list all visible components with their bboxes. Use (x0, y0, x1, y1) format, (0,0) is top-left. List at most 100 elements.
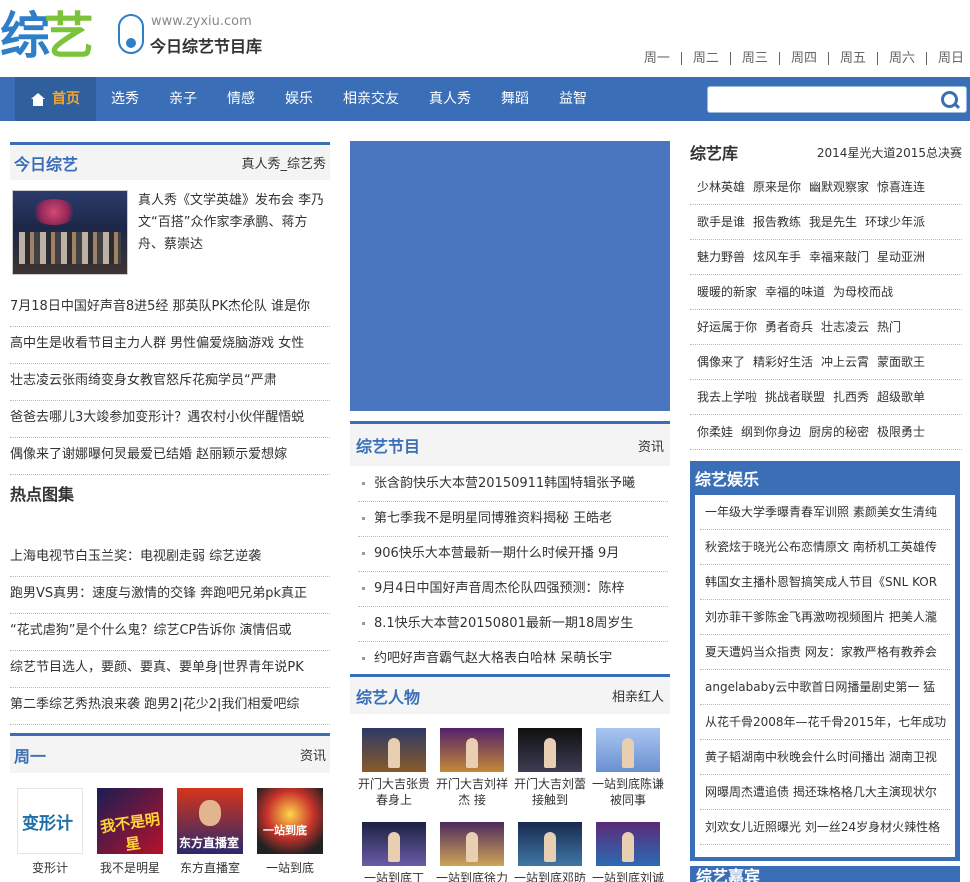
monday-more-link[interactable]: 资讯 (300, 745, 326, 764)
list-item[interactable]: 秋瓷炫于晓光公布恋情原文 南桥机工英雄传 (700, 530, 950, 565)
list-item[interactable]: 夏天遭妈当众指责 网友：家教严格有教养会 (700, 635, 950, 670)
list-item[interactable]: 张含韵快乐大本营20150911韩国特辑张予曦 (358, 467, 668, 502)
library-link[interactable]: 暖暖的新家 (697, 275, 757, 309)
weekday-link-mon[interactable]: 周一 (633, 52, 681, 65)
list-item[interactable]: angelababy云中歌首日网播量剧史第一 猛 (700, 670, 950, 705)
list-item[interactable]: 一年级大学季曝青春军训照 素颜美女生清纯 (700, 495, 950, 530)
library-link[interactable]: 冲上云霄 (821, 345, 869, 379)
list-item[interactable]: 约吧好声音霸气赵大格表白哈林 呆萌长宇 (358, 642, 668, 677)
library-link[interactable]: 纲到你身边 (741, 415, 801, 449)
nav-item-yule[interactable]: 娱乐 (270, 77, 328, 121)
person-card[interactable]: 开门大吉刘祥杰 接 (433, 722, 511, 808)
library-link[interactable]: 魅力野兽 (697, 240, 745, 274)
library-link[interactable]: 报告教练 (753, 205, 801, 239)
list-item[interactable]: 9月4日中国好声音周杰伦队四强预测：陈梓 (358, 572, 668, 607)
search-icon[interactable] (941, 91, 958, 108)
library-link[interactable]: 惊喜连连 (877, 170, 925, 204)
today-more-link[interactable]: 真人秀_综艺秀 (241, 153, 326, 172)
nav-item-home[interactable]: 首页 (15, 77, 96, 121)
library-link[interactable]: 壮志凌云 (821, 310, 869, 344)
weekday-link-thu[interactable]: 周四 (778, 52, 828, 65)
person-card[interactable]: 开门大吉张贵春身上 (355, 722, 433, 808)
show-card[interactable]: 东方直播室 东方直播室 (170, 780, 250, 880)
list-item[interactable]: 第二季综艺秀热浪来袭 跑男2|花少2|我们相爱吧综 (10, 688, 330, 725)
stage-light (31, 199, 77, 225)
library-link[interactable]: 挑战者联盟 (765, 380, 825, 414)
person-card[interactable]: 一站到底邓昉 (511, 816, 589, 882)
banner-slot[interactable] (350, 141, 670, 411)
library-link[interactable]: 你柔娃 (697, 415, 733, 449)
library-link[interactable]: 幽默观察家 (809, 170, 869, 204)
nav-item-xuanxiu[interactable]: 选秀 (96, 77, 154, 121)
person-caption: 一站到底陈谦被同事 (591, 777, 664, 807)
list-item[interactable]: 偶像来了谢娜曝何炅最爱已结婚 赵丽颖示爱想嫁 (10, 438, 330, 475)
weekday-link-sun[interactable]: 周日 (925, 52, 964, 65)
figures-more-link[interactable]: 相亲红人 (612, 686, 664, 705)
person-card[interactable]: 一站到底刘诚 (589, 816, 667, 882)
library-link[interactable]: 我是先生 (809, 205, 857, 239)
show-thumbnail: 我不是明星 (97, 788, 163, 854)
nav-item-xiangqin[interactable]: 相亲交友 (328, 77, 414, 121)
weekday-link-tue[interactable]: 周二 (680, 52, 730, 65)
list-item[interactable]: 刘亦菲干爹陈金飞再激吻视频图片 把美人瀧 (700, 600, 950, 635)
list-item[interactable]: 第七季我不是明星同博雅资料揭秘 王皓老 (358, 502, 668, 537)
library-link[interactable]: 少林英雄 (697, 170, 745, 204)
programs-more-link[interactable]: 资讯 (638, 436, 664, 455)
list-item[interactable]: 黄子韬湖南中秋晚会什么时间播出 湖南卫视 (700, 740, 950, 775)
weekday-link-fri[interactable]: 周五 (827, 52, 877, 65)
library-link[interactable]: 热门 (877, 310, 901, 344)
list-item[interactable]: 爸爸去哪儿3大竣参加变形计？遇农村小伙伴醒悟蜕 (10, 401, 330, 438)
library-link[interactable]: 扎西秀 (833, 380, 869, 414)
show-card[interactable]: 一站到底 一站到底 (250, 780, 330, 880)
library-link[interactable]: 好运属于你 (697, 310, 757, 344)
list-item[interactable]: 韩国女主播朴恩智搞笑成人节目《SNL KOR (700, 565, 950, 600)
library-more-link[interactable]: 2014星光大道2015总决赛 (817, 144, 962, 161)
list-item[interactable]: 高中生是收看节目主力人群 男性偏爱烧脑游戏 女性 (10, 327, 330, 364)
search-input[interactable] (708, 87, 928, 112)
library-link[interactable]: 幸福的味道 (765, 275, 825, 309)
person-card[interactable]: 一站到底陈谦被同事 (589, 722, 667, 808)
library-link[interactable]: 极限勇士 (877, 415, 925, 449)
list-item[interactable]: 刘欢女儿近照曝光 刘一丝24岁身材火辣性格 (700, 810, 950, 845)
list-item[interactable]: 网曝周杰遭追债 揭还珠格格几大主演现状尔 (700, 775, 950, 810)
library-link[interactable]: 我去上学啦 (697, 380, 757, 414)
library-link[interactable]: 勇者奇兵 (765, 310, 813, 344)
list-item[interactable]: 7月18日中国好声音8进5经 那英队PK杰伦队 谁是你 (10, 290, 330, 327)
library-link[interactable]: 星动亚洲 (877, 240, 925, 274)
library-link[interactable]: 歌手是谁 (697, 205, 745, 239)
feature-image[interactable] (12, 190, 128, 275)
list-item[interactable]: 8.1快乐大本营20150801最新一期18周岁生 (358, 607, 668, 642)
library-link[interactable]: 偶像来了 (697, 345, 745, 379)
list-item[interactable]: 壮志凌云张雨绮变身女教官怒斥花痴学员“严肃 (10, 364, 330, 401)
show-thumbnail: 一站到底 (257, 788, 323, 854)
library-link[interactable]: 炫风车手 (753, 240, 801, 274)
library-link[interactable]: 幸福来敲门 (809, 240, 869, 274)
nav-item-wudao[interactable]: 舞蹈 (486, 77, 544, 121)
nav-item-qinggan[interactable]: 情感 (212, 77, 270, 121)
nav-item-zhenrenxiu[interactable]: 真人秀 (414, 77, 486, 121)
nav-item-qinzi[interactable]: 亲子 (154, 77, 212, 121)
library-link[interactable]: 蒙面歌王 (877, 345, 925, 379)
list-item[interactable]: “花式虐狗”是个什么鬼？综艺CP告诉你 演情侣或 (10, 614, 330, 651)
library-link[interactable]: 原来是你 (753, 170, 801, 204)
list-item[interactable]: 上海电视节白玉兰奖：电视剧走弱 综艺逆袭 (10, 540, 330, 577)
nav-item-yizhi[interactable]: 益智 (544, 77, 602, 121)
weekday-link-sat[interactable]: 周六 (876, 52, 926, 65)
site-logo[interactable]: 综艺 (0, 6, 148, 68)
list-item[interactable]: 从花千骨2008年—花千骨2015年，七年成功 (700, 705, 950, 740)
list-item[interactable]: 906快乐大本营最新一期什么时候开播 9月 (358, 537, 668, 572)
library-link[interactable]: 超级歌单 (877, 380, 925, 414)
list-item[interactable]: 综艺节目选人，要颜、要真、要单身|世界青年说PK (10, 651, 330, 688)
library-link[interactable]: 为母校而战 (833, 275, 893, 309)
library-link[interactable]: 厨房的秘密 (809, 415, 869, 449)
library-link[interactable]: 环球少年派 (865, 205, 925, 239)
feature-headline[interactable]: 真人秀《文学英雄》发布会 李乃文“百搭”众作家李承鹏、蒋方舟、蔡崇达 (138, 190, 328, 256)
weekday-link-wed[interactable]: 周三 (729, 52, 779, 65)
person-card[interactable]: 开门大吉刘蕾接触到 (511, 722, 589, 808)
show-card[interactable]: 变形计 变形计 (10, 780, 90, 880)
person-card[interactable]: 一站到底丁 (355, 816, 433, 882)
list-item[interactable]: 跑男VS真男：速度与激情的交锋 奔跑吧兄弟pk真正 (10, 577, 330, 614)
person-card[interactable]: 一站到底徐力 (433, 816, 511, 882)
show-card[interactable]: 我不是明星 我不是明星 (90, 780, 170, 880)
library-link[interactable]: 精彩好生活 (753, 345, 813, 379)
